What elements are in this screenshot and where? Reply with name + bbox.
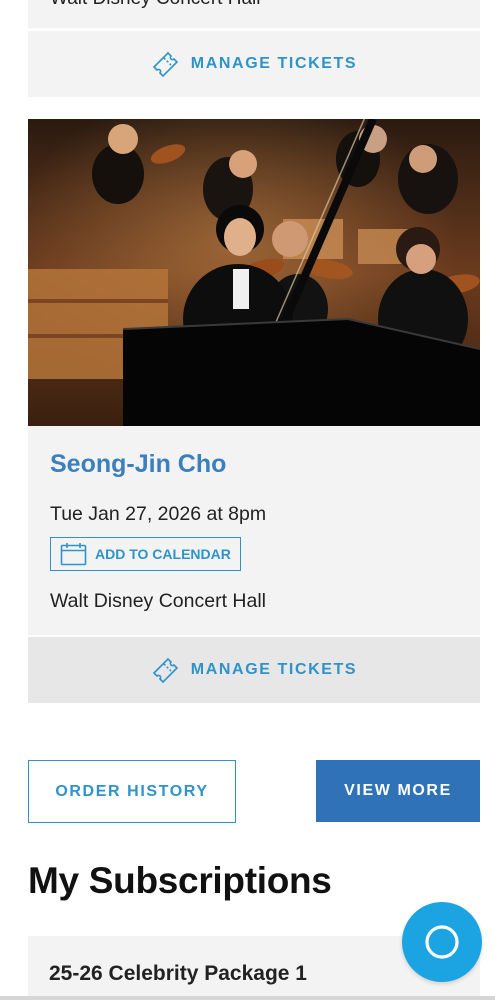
event-title[interactable]: Seong-Jin Cho [50, 450, 226, 479]
calendar-icon [60, 543, 87, 566]
manage-tickets-button-previous[interactable]: MANAGE TICKETS [28, 31, 480, 97]
subscription-name: 25-26 Celebrity Package 1 [49, 962, 307, 985]
event-photo [28, 119, 480, 426]
help-chat-button[interactable] [402, 902, 482, 982]
previous-event-venue: Walt Disney Concert Hall [50, 0, 260, 10]
add-to-calendar-button[interactable]: ADD TO CALENDAR [50, 537, 241, 571]
manage-tickets-button[interactable]: MANAGE TICKETS [28, 637, 480, 703]
concert-photo-illustration [28, 119, 480, 426]
event-date: Tue Jan 27, 2026 at 8pm [50, 503, 267, 525]
subscriptions-heading: My Subscriptions [28, 860, 332, 901]
event-venue: Walt Disney Concert Hall [50, 590, 267, 612]
view-more-button[interactable]: VIEW MORE [316, 760, 480, 822]
manage-tickets-label: MANAGE TICKETS [190, 55, 358, 72]
manage-tickets-label: MANAGE TICKETS [190, 661, 358, 678]
previous-event-card: Walt Disney Concert Hall [28, 0, 480, 28]
help-chat-icon [425, 925, 459, 959]
order-history-button[interactable]: ORDER HISTORY [28, 760, 236, 823]
ticket-icon [152, 657, 178, 684]
add-to-calendar-label: ADD TO CALENDAR [95, 546, 231, 562]
event-card: Seong-Jin Cho Tue Jan 27, 2026 at 8pm AD… [28, 119, 480, 635]
bottom-divider [0, 996, 495, 1000]
ticket-icon [152, 51, 178, 78]
